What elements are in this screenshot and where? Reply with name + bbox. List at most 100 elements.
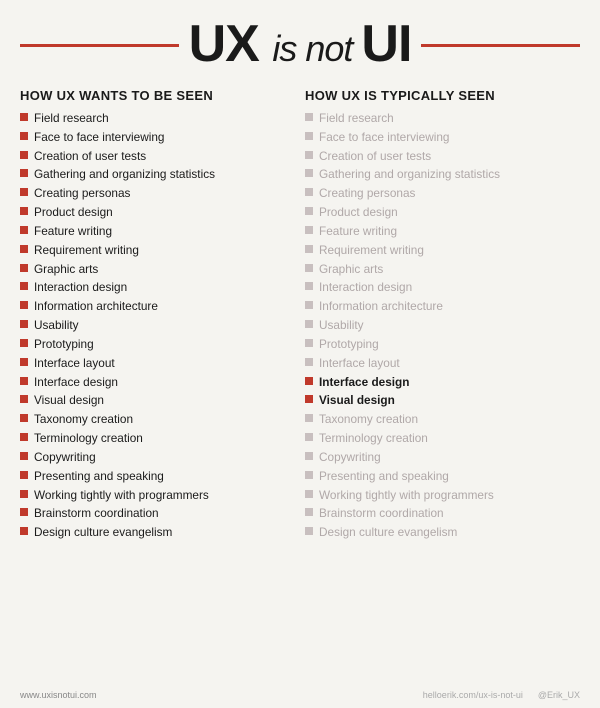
bullet-icon xyxy=(305,282,313,290)
right-list: Field research Face to face interviewing C… xyxy=(305,111,580,541)
bullet-icon xyxy=(20,264,28,272)
bullet-icon xyxy=(20,377,28,385)
list-item-text: Brainstorm coordination xyxy=(319,506,444,521)
bullet-icon xyxy=(20,358,28,366)
left-list-item: Creating personas xyxy=(20,186,295,201)
left-list-item: Interface layout xyxy=(20,356,295,371)
right-list-item: Copywriting xyxy=(305,450,580,465)
bullet-icon xyxy=(20,508,28,516)
list-item-text: Prototyping xyxy=(34,337,94,352)
bullet-icon xyxy=(305,264,313,272)
right-list-item: Visual design xyxy=(305,393,580,408)
right-column: HOW UX IS TYPICALLY SEEN Field researchF… xyxy=(305,88,580,684)
left-list-item: Terminology creation xyxy=(20,431,295,446)
left-list-item: Requirement writing xyxy=(20,243,295,258)
right-red-line xyxy=(421,44,580,47)
bullet-icon xyxy=(20,433,28,441)
bullet-icon xyxy=(305,358,313,366)
left-list-item: Usability xyxy=(20,318,295,333)
right-list-item: Feature writing xyxy=(305,224,580,239)
right-list-item: Presenting and speaking xyxy=(305,469,580,484)
right-list-item: Gathering and organizing statistics xyxy=(305,167,580,182)
right-list-item: Design culture evangelism xyxy=(305,525,580,540)
list-item-text: Graphic arts xyxy=(34,262,98,277)
left-list-item: Copywriting xyxy=(20,450,295,465)
list-item-text: Usability xyxy=(319,318,364,333)
bullet-icon xyxy=(305,226,313,234)
bullet-icon xyxy=(305,188,313,196)
list-item-text: Design culture evangelism xyxy=(319,525,457,540)
bullet-icon xyxy=(305,414,313,422)
left-list-item: Field research xyxy=(20,111,295,126)
bullet-icon xyxy=(305,320,313,328)
list-item-text: Presenting and speaking xyxy=(319,469,449,484)
title-isnot: is not xyxy=(272,28,361,69)
list-item-text: Presenting and speaking xyxy=(34,469,164,484)
list-item-text: Interface design xyxy=(34,375,118,390)
list-item-text: Face to face interviewing xyxy=(34,130,165,145)
bullet-icon xyxy=(305,508,313,516)
left-red-line xyxy=(20,44,179,47)
right-list-item: Information architecture xyxy=(305,299,580,314)
bullet-icon xyxy=(305,301,313,309)
footer-attribution: helloerik.com/ux-is-not-ui @Erik_UX xyxy=(423,690,580,700)
bullet-icon xyxy=(305,452,313,460)
list-item-text: Interaction design xyxy=(319,280,412,295)
bullet-icon xyxy=(305,471,313,479)
bullet-icon xyxy=(305,395,313,403)
footer-attribution1: helloerik.com/ux-is-not-ui xyxy=(423,690,523,700)
left-list-item: Presenting and speaking xyxy=(20,469,295,484)
bullet-icon xyxy=(20,282,28,290)
list-item-text: Information architecture xyxy=(319,299,443,314)
list-item-text: Gathering and organizing statistics xyxy=(34,167,215,182)
title-ui: UI xyxy=(361,15,411,73)
right-list-item: Requirement writing xyxy=(305,243,580,258)
main-title: UX is not UI xyxy=(189,18,412,70)
bullet-icon xyxy=(20,452,28,460)
bullet-icon xyxy=(305,132,313,140)
list-item-text: Interaction design xyxy=(34,280,127,295)
left-list-item: Interaction design xyxy=(20,280,295,295)
left-list-item: Graphic arts xyxy=(20,262,295,277)
list-item-text: Taxonomy creation xyxy=(319,412,418,427)
list-item-text: Interface design xyxy=(319,375,409,390)
list-item-text: Requirement writing xyxy=(34,243,139,258)
bullet-icon xyxy=(20,151,28,159)
list-item-text: Gathering and organizing statistics xyxy=(319,167,500,182)
bullet-icon xyxy=(20,169,28,177)
right-column-title: HOW UX IS TYPICALLY SEEN xyxy=(305,88,580,103)
right-list-item: Field research xyxy=(305,111,580,126)
bullet-icon xyxy=(305,339,313,347)
left-list-item: Design culture evangelism xyxy=(20,525,295,540)
left-list: Field research Face to face interviewing C… xyxy=(20,111,295,541)
bullet-icon xyxy=(305,377,313,385)
bullet-icon xyxy=(305,527,313,535)
bullet-icon xyxy=(305,433,313,441)
list-item-text: Feature writing xyxy=(319,224,397,239)
list-item-text: Design culture evangelism xyxy=(34,525,172,540)
left-list-item: Feature writing xyxy=(20,224,295,239)
list-item-text: Graphic arts xyxy=(319,262,383,277)
list-item-text: Information architecture xyxy=(34,299,158,314)
left-list-item: Visual design xyxy=(20,393,295,408)
bullet-icon xyxy=(20,207,28,215)
list-item-text: Visual design xyxy=(319,393,395,408)
left-list-item: Product design xyxy=(20,205,295,220)
list-item-text: Visual design xyxy=(34,393,104,408)
left-list-item: Creation of user tests xyxy=(20,149,295,164)
left-list-item: Taxonomy creation xyxy=(20,412,295,427)
right-list-item: Brainstorm coordination xyxy=(305,506,580,521)
bullet-icon xyxy=(20,245,28,253)
bullet-icon xyxy=(20,471,28,479)
right-list-item: Graphic arts xyxy=(305,262,580,277)
footer-website: www.uxisnotui.com xyxy=(20,690,97,700)
main-columns: HOW UX WANTS TO BE SEEN Field researchFa… xyxy=(0,80,600,684)
bullet-icon xyxy=(305,169,313,177)
right-list-item: Usability xyxy=(305,318,580,333)
right-list-item: Face to face interviewing xyxy=(305,130,580,145)
list-item-text: Prototyping xyxy=(319,337,379,352)
page-container: UX is not UI HOW UX WANTS TO BE SEEN Fie… xyxy=(0,0,600,708)
right-list-item: Prototyping xyxy=(305,337,580,352)
bullet-icon xyxy=(20,226,28,234)
bullet-icon xyxy=(305,245,313,253)
